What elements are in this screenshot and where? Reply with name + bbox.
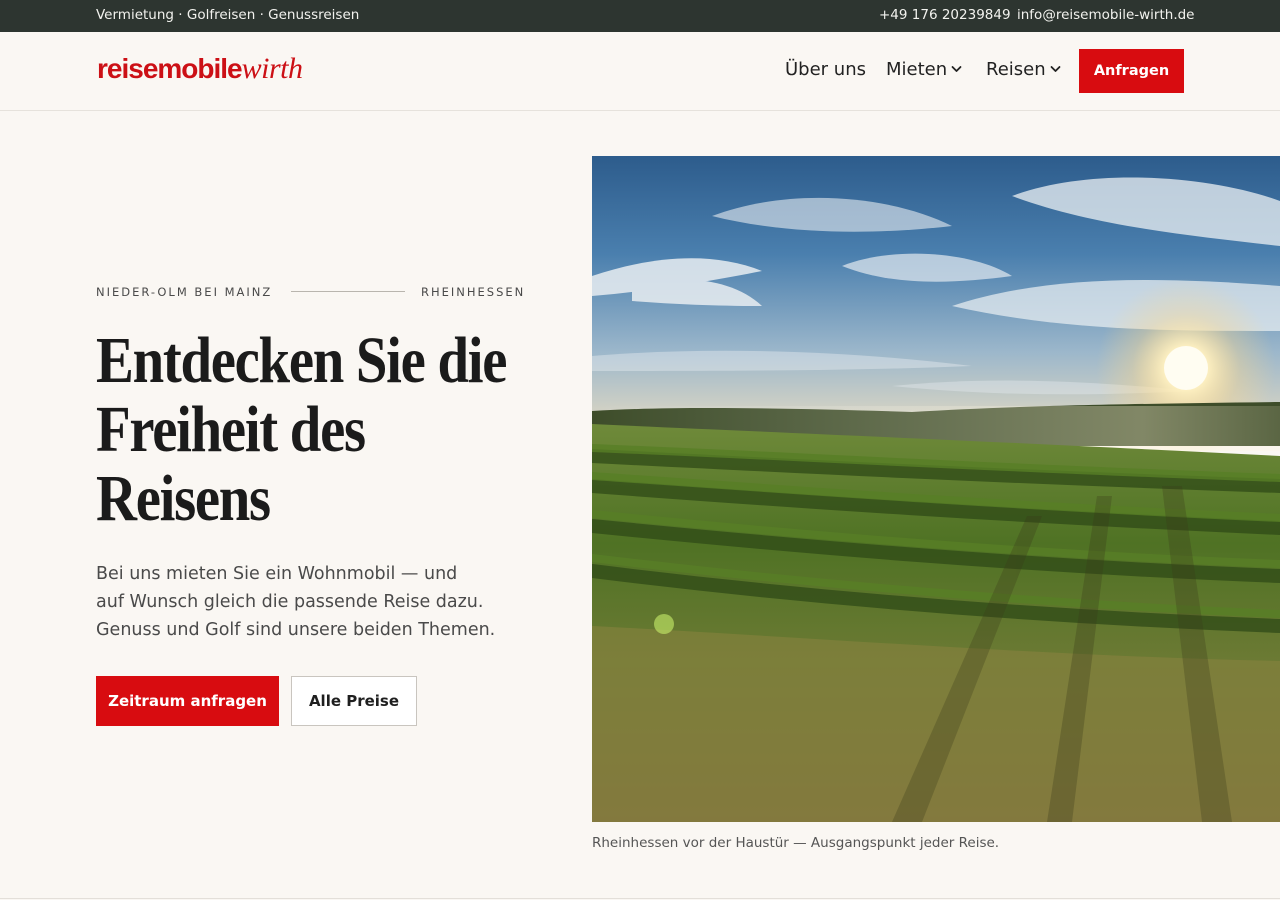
eyebrow-location: NIEDER-OLM BEI MAINZ xyxy=(96,285,273,299)
email-link[interactable]: info@reisemobile-wirth.de xyxy=(1017,7,1194,23)
image-caption: Rheinhessen vor der Haustür — Ausgangspu… xyxy=(592,835,1000,851)
eyebrow-divider xyxy=(291,291,405,292)
lead-line: auf Wunsch gleich die passende Reise daz… xyxy=(96,592,484,612)
section-divider xyxy=(0,898,1280,899)
lead-line: Genuss und Golf sind unsere beiden Theme… xyxy=(96,620,496,640)
logo-wordmark-italic: wirth xyxy=(241,52,303,85)
anfragen-button[interactable]: Anfragen xyxy=(1079,49,1184,93)
logo-wordmark-bold: reisemobile xyxy=(97,53,243,84)
logo[interactable]: reisemobilewirth xyxy=(97,52,303,92)
phone-link[interactable]: +49 176 20239849 xyxy=(879,7,1011,23)
chevron-down-icon xyxy=(951,65,962,72)
hero-headline: Entdecken Sie die Freiheit des Reisens xyxy=(96,324,507,535)
site-header: reisemobilewirth Über uns Mieten Reisen … xyxy=(0,32,1280,111)
eyebrow-region: RHEINHESSEN xyxy=(421,285,526,299)
headline-line: Reisens xyxy=(96,462,271,535)
headline-line: Freiheit des xyxy=(96,393,366,466)
hero-image-vineyard xyxy=(592,156,1280,822)
services-text: Vermietung · Golfreisen · Genussreisen xyxy=(96,7,360,23)
headline-line: Entdecken Sie die xyxy=(96,324,507,397)
alle-preise-button[interactable]: Alle Preise xyxy=(291,676,417,726)
vineyard-photo xyxy=(592,156,1280,822)
nav-mieten[interactable]: Mieten xyxy=(886,59,962,80)
nav-label: Mieten xyxy=(886,59,948,80)
nav-label: Reisen xyxy=(986,59,1046,80)
nav-reisen[interactable]: Reisen xyxy=(986,59,1061,80)
nav-ueber-uns[interactable]: Über uns xyxy=(785,59,866,80)
chevron-down-icon xyxy=(1050,65,1061,72)
lead-line: Bei uns mieten Sie ein Wohnmobil — und xyxy=(96,564,458,584)
nav-label: Über uns xyxy=(785,59,866,80)
hero-lead: Bei uns mieten Sie ein Wohnmobil — und a… xyxy=(96,560,496,644)
zeitraum-anfragen-button[interactable]: Zeitraum anfragen xyxy=(96,676,279,726)
top-bar: Vermietung · Golfreisen · Genussreisen +… xyxy=(0,0,1280,32)
